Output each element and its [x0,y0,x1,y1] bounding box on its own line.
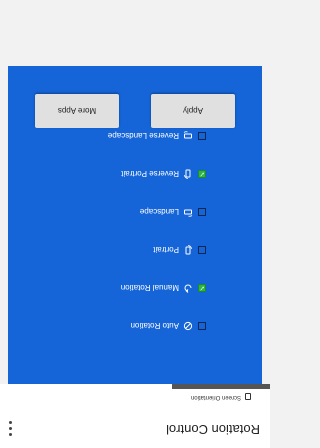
app-title: Rotation Control [166,422,260,437]
more-apps-button[interactable]: More Apps [35,94,119,128]
reverse-landscape-checkbox[interactable] [198,132,206,140]
reverse-portrait-checkbox[interactable] [198,170,206,178]
reverse-landscape-icon [183,131,192,139]
tab-label: Screen Orientation [190,394,242,400]
option-label: Portrait [153,245,179,255]
option-reverse-landscape[interactable]: Reverse Landscape [108,128,206,144]
auto-rotate-icon [183,321,193,331]
reverse-portrait-icon [184,169,191,179]
option-landscape[interactable]: Landscape [140,204,206,220]
option-manual-rotation[interactable]: Manual Rotation [121,280,206,296]
orientation-panel: Auto Rotation Manual Rotation Portrait [8,66,262,384]
auto-rotation-checkbox[interactable] [198,322,206,330]
option-label: Reverse Portrait [121,169,179,179]
tab-bar: Screen Orientation [0,384,270,410]
portrait-checkbox[interactable] [198,246,206,254]
tab-indicator [172,384,270,389]
option-label: Landscape [139,207,179,217]
option-portrait[interactable]: Portrait [153,242,206,258]
option-label: Reverse Landscape [107,131,179,141]
app-bar: Rotation Control [0,409,270,448]
manual-rotate-icon [184,284,192,293]
more-vertical-icon[interactable] [4,418,18,440]
manual-rotation-checkbox[interactable] [198,284,206,292]
apply-button[interactable]: Apply [151,94,235,128]
option-label: Auto Rotation [130,321,179,331]
phone-icon [245,393,252,401]
option-auto-rotation[interactable]: Auto Rotation [131,318,206,334]
portrait-icon [185,245,192,255]
landscape-checkbox[interactable] [198,208,206,216]
option-reverse-portrait[interactable]: Reverse Portrait [121,166,206,182]
option-label: Manual Rotation [120,283,179,293]
landscape-icon [184,209,193,217]
screen-rotated: Rotation Control Screen Orientation Auto… [0,0,270,448]
